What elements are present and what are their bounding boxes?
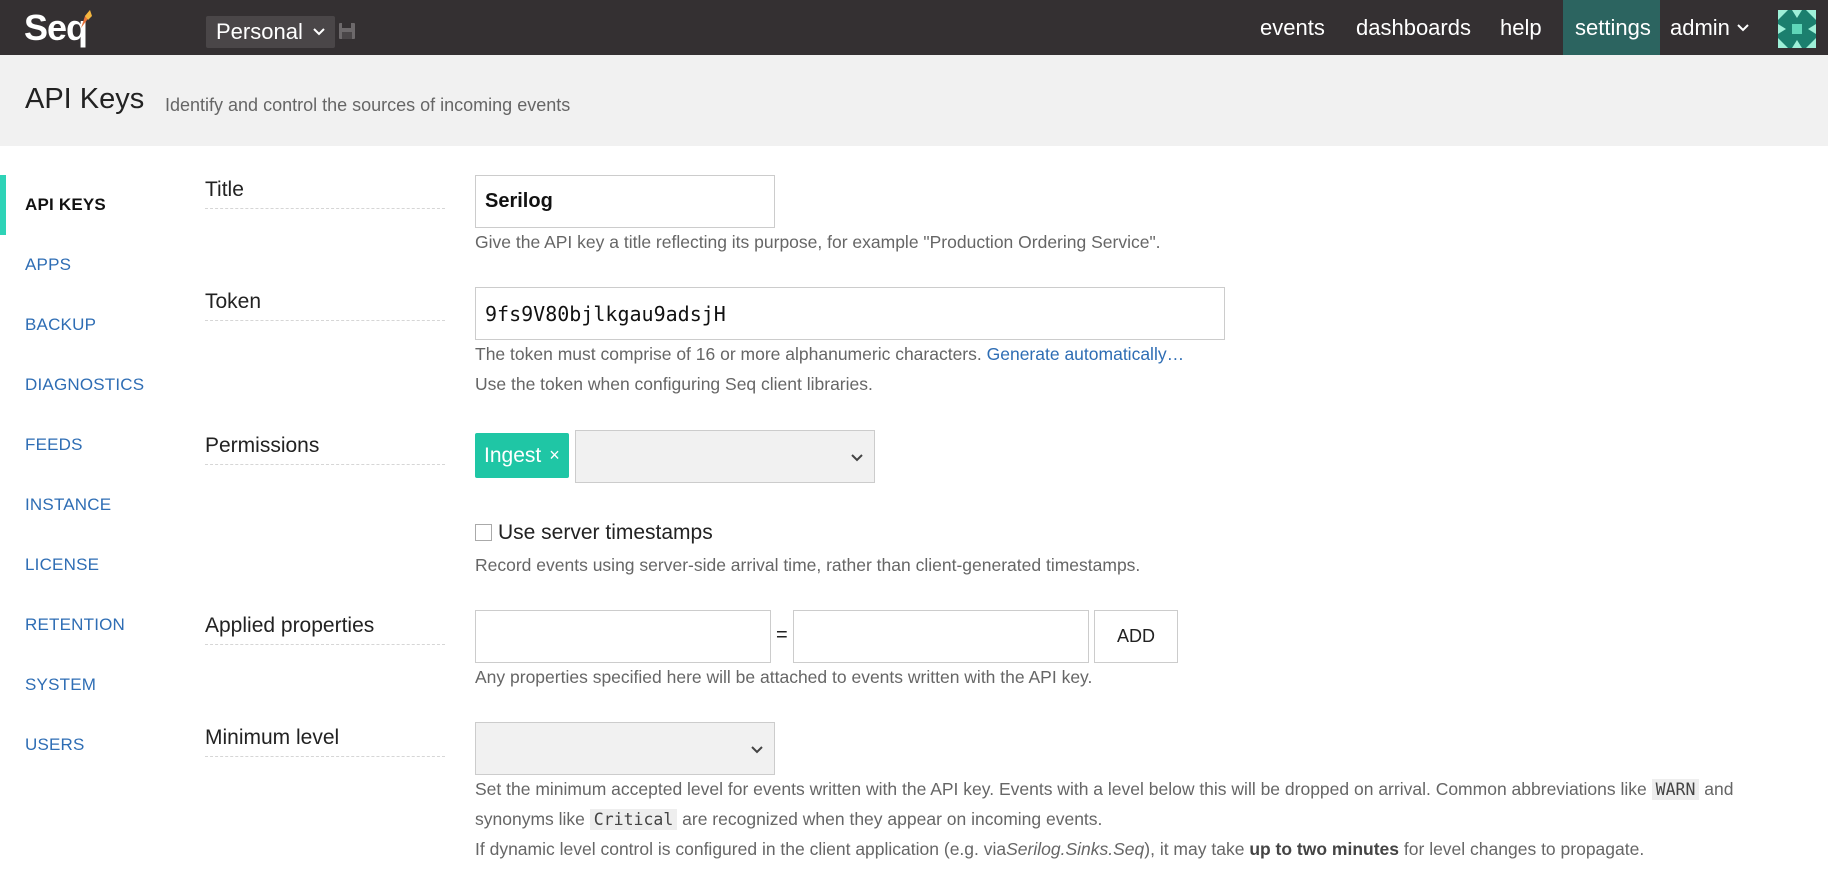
help-text: Set the minimum accepted level for event… (475, 779, 1647, 799)
page-header: API Keys Identify and control the source… (0, 55, 1828, 146)
nav-help[interactable]: help (1488, 0, 1554, 55)
property-name-input[interactable] (475, 610, 771, 663)
sidebar-item-backup[interactable]: BACKUP (25, 315, 96, 335)
applied-properties-label: Applied properties (205, 614, 445, 645)
chevron-down-icon (851, 454, 863, 462)
chevron-down-icon (1737, 23, 1749, 31)
sidebar-item-license[interactable]: LICENSE (25, 555, 99, 575)
token-usage-help: Use the token when configuring Seq clien… (475, 374, 873, 394)
code-critical: Critical (589, 809, 678, 830)
property-value-input[interactable] (793, 610, 1089, 663)
title-label: Title (205, 178, 445, 209)
server-timestamps-help: Record events using server-side arrival … (475, 555, 1141, 575)
workspace-label: Personal (216, 19, 303, 44)
title-input[interactable]: Serilog (475, 175, 775, 228)
user-name: admin (1670, 14, 1730, 40)
help-text: and (1704, 779, 1734, 799)
minimum-level-help-2: synonyms like Critical are recognized wh… (475, 804, 1102, 835)
help-text: for level changes to propagate. (1403, 839, 1645, 859)
add-property-button[interactable]: ADD (1094, 610, 1178, 663)
generate-token-link[interactable]: Generate automatically… (987, 344, 1184, 364)
seq-logo-mark-icon (81, 10, 92, 28)
server-timestamps-checkbox[interactable] (475, 524, 492, 541)
sidebar-item-system[interactable]: SYSTEM (25, 675, 96, 695)
help-text: synonyms like (475, 809, 585, 829)
sidebar-item-retention[interactable]: RETENTION (25, 615, 125, 635)
nav-events[interactable]: events (1248, 0, 1337, 55)
minimum-level-help-3: If dynamic level control is configured i… (475, 834, 1644, 864)
avatar-icon[interactable] (1778, 10, 1816, 48)
token-help-text: The token must comprise of 16 or more al… (475, 344, 982, 364)
permission-tag-label: Ingest (484, 443, 542, 467)
permissions-select[interactable] (575, 430, 875, 483)
chevron-down-icon (751, 746, 763, 754)
emphasis-duration: up to two minutes (1249, 839, 1400, 859)
help-text: If dynamic level control is configured i… (475, 839, 1007, 859)
help-text: are recognized when they appear on incom… (682, 809, 1103, 829)
server-timestamps-label[interactable]: Use server timestamps (498, 521, 713, 545)
sidebar-item-diagnostics[interactable]: DIAGNOSTICS (25, 375, 144, 395)
sidebar-item-api-keys[interactable]: API KEYS (25, 195, 106, 215)
top-bar: Seq Personal events dashboards help sett… (0, 0, 1828, 55)
save-icon[interactable] (338, 22, 356, 40)
remove-permission-button[interactable]: × (549, 445, 560, 466)
title-help: Give the API key a title reflecting its … (475, 232, 1161, 252)
token-help: The token must comprise of 16 or more al… (475, 339, 1184, 369)
user-menu[interactable]: admin (1670, 0, 1750, 55)
sidebar-item-instance[interactable]: INSTANCE (25, 495, 111, 515)
help-text: ), it may take (1144, 839, 1245, 859)
token-input[interactable]: 9fs9V80bjlkgau9adsjH (475, 287, 1225, 340)
sidebar-active-indicator (0, 175, 6, 235)
page-title: API Keys (25, 83, 145, 115)
nav-dashboards[interactable]: dashboards (1344, 0, 1483, 55)
workspace-selector[interactable]: Personal (206, 16, 335, 48)
equals-sign: = (776, 624, 788, 646)
permission-tag-ingest: Ingest × (475, 433, 569, 478)
minimum-level-label: Minimum level (205, 726, 445, 757)
nav-settings[interactable]: settings (1563, 0, 1660, 55)
permissions-label: Permissions (205, 434, 445, 465)
sidebar-item-apps[interactable]: APPS (25, 255, 71, 275)
minimum-level-select[interactable] (475, 722, 775, 775)
sidebar-item-feeds[interactable]: FEEDS (25, 435, 83, 455)
minimum-level-help-1: Set the minimum accepted level for event… (475, 774, 1815, 805)
code-warn: WARN (1651, 779, 1700, 800)
chevron-down-icon (313, 28, 325, 36)
page-subtitle: Identify and control the sources of inco… (165, 95, 571, 115)
sidebar-item-users[interactable]: USERS (25, 735, 85, 755)
applied-properties-help: Any properties specified here will be at… (475, 667, 1093, 687)
token-label: Token (205, 290, 445, 321)
sink-name: Serilog.Sinks.Seq (1006, 839, 1145, 859)
